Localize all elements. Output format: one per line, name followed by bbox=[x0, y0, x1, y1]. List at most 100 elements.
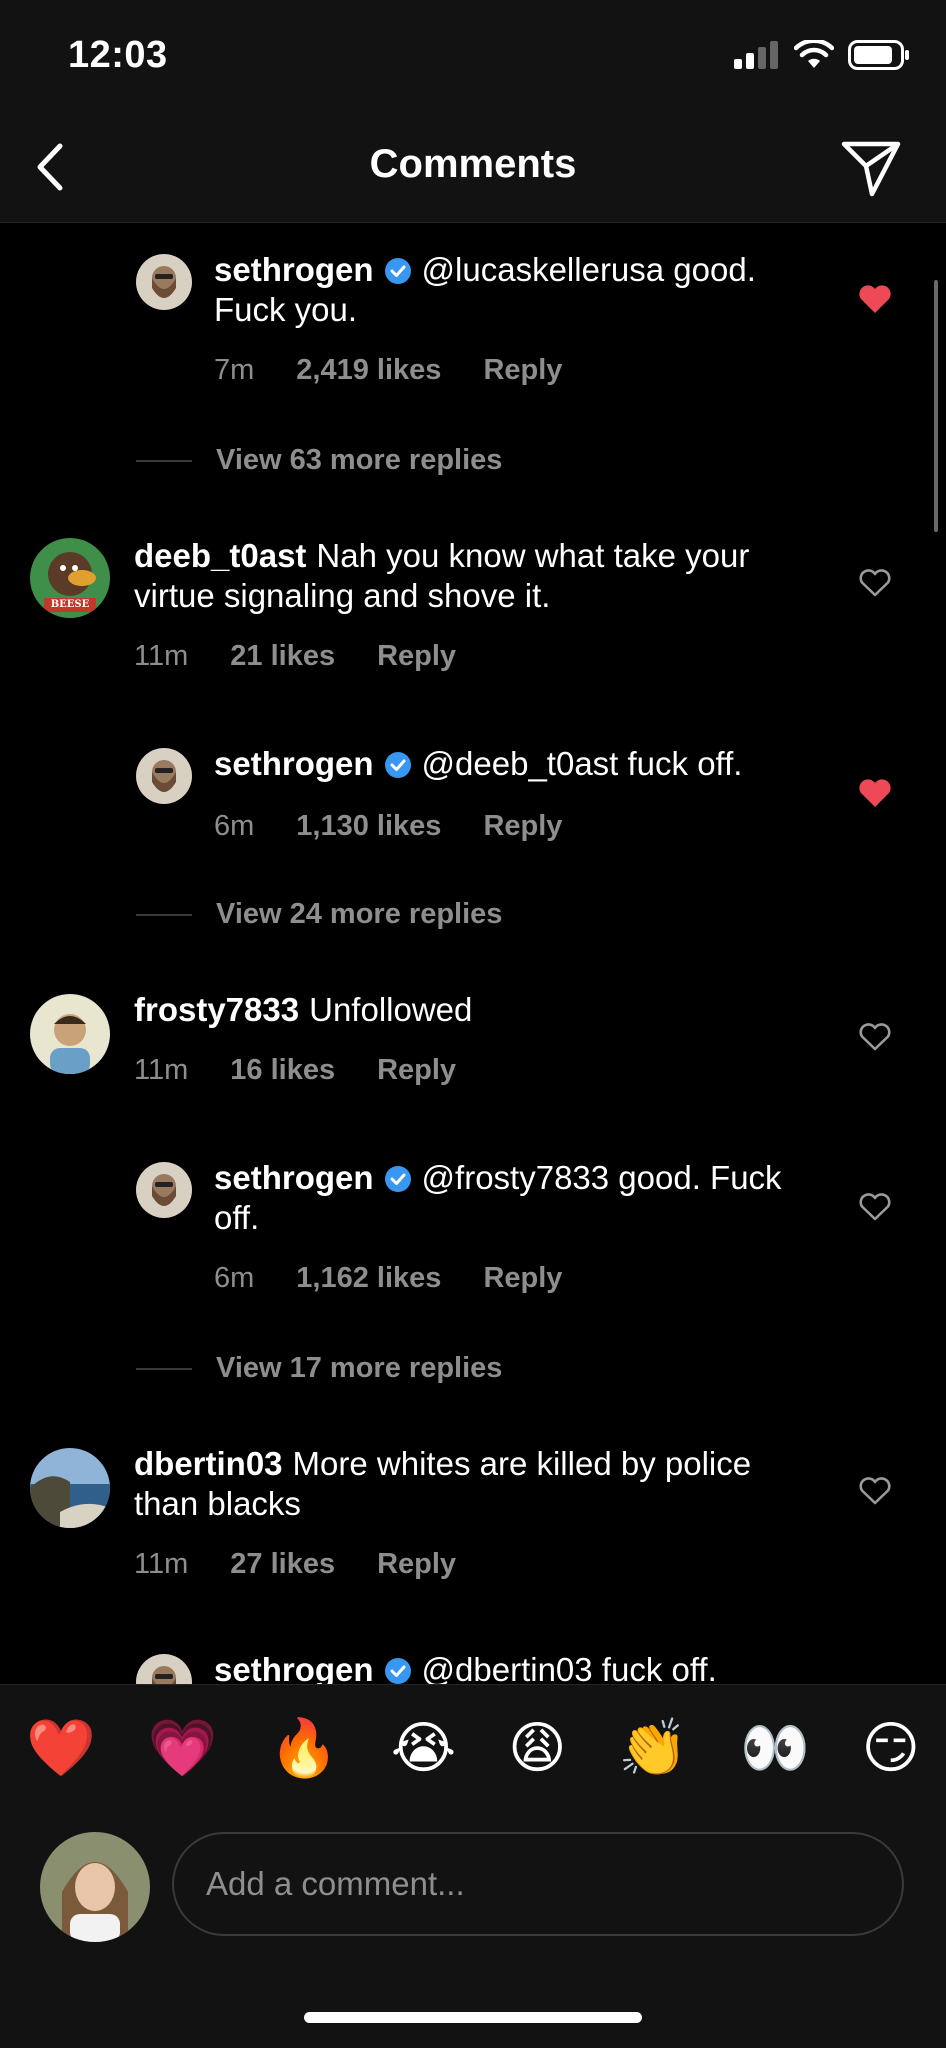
emoji-eyes[interactable]: 👀 bbox=[740, 1715, 810, 1781]
view-more-replies[interactable]: View 17 more replies bbox=[136, 1352, 502, 1385]
comment-meta: 6m 1,130 likes Reply bbox=[214, 810, 604, 843]
comment-meta: 7m 2,419 likes Reply bbox=[214, 354, 604, 387]
comment-text: sethrogen @deeb_t0ast fuck off. bbox=[214, 744, 834, 784]
avatar[interactable] bbox=[136, 254, 192, 310]
comment-list[interactable]: sethrogen @lucaskellerusa good. Fuck you.… bbox=[0, 222, 946, 1684]
scrollbar[interactable] bbox=[934, 280, 938, 532]
wifi-icon bbox=[794, 40, 834, 68]
heart-outline-icon[interactable] bbox=[858, 1476, 892, 1506]
comment-text: sethrogen @frosty7833 good. Fuck off. bbox=[214, 1158, 834, 1238]
likes-count[interactable]: 21 likes bbox=[230, 640, 335, 673]
my-avatar[interactable] bbox=[40, 1832, 150, 1942]
comment-text: deeb_t0ast Nah you know what take your vi… bbox=[134, 536, 774, 616]
comment-text: sethrogen @dbertin03 fuck off. bbox=[214, 1650, 834, 1684]
likes-count[interactable]: 27 likes bbox=[230, 1548, 335, 1581]
comment-input[interactable]: Add a comment... bbox=[172, 1832, 904, 1936]
nav-bar: Comments bbox=[0, 112, 946, 223]
comment-text: sethrogen @lucaskellerusa good. Fuck you. bbox=[214, 250, 834, 330]
likes-count[interactable]: 1,162 likes bbox=[296, 1262, 441, 1295]
likes-count[interactable]: 1,130 likes bbox=[296, 810, 441, 843]
view-more-label: View 63 more replies bbox=[216, 444, 503, 476]
verified-badge-icon bbox=[384, 1658, 411, 1684]
user-avatar-icon bbox=[136, 748, 192, 804]
reply-button[interactable]: Reply bbox=[483, 810, 562, 843]
comment-time: 11m bbox=[134, 1054, 189, 1086]
view-more-replies[interactable]: View 24 more replies bbox=[136, 898, 502, 931]
view-more-label: View 24 more replies bbox=[216, 898, 503, 930]
user-avatar-icon bbox=[136, 254, 192, 310]
comment-input-placeholder: Add a comment... bbox=[206, 1865, 465, 1902]
emoji-weary[interactable]: 😩 bbox=[508, 1715, 566, 1781]
heart-outline-icon[interactable] bbox=[858, 568, 892, 598]
comment-body: Unfollowed bbox=[309, 991, 473, 1028]
divider bbox=[136, 1367, 192, 1370]
avatar[interactable]: BEESE bbox=[30, 538, 110, 618]
user-avatar-icon bbox=[30, 994, 110, 1074]
heart-outline-icon[interactable] bbox=[858, 1192, 892, 1222]
comment-time: 11m bbox=[134, 640, 189, 672]
user-avatar-icon bbox=[30, 1448, 110, 1528]
send-icon bbox=[841, 141, 901, 197]
emoji-crying[interactable]: 😭 bbox=[391, 1715, 456, 1781]
comment-text: dbertin03 More whites are killed by polic… bbox=[134, 1444, 774, 1524]
emoji-fire[interactable]: 🔥 bbox=[269, 1715, 339, 1781]
status-time: 12:03 bbox=[68, 34, 168, 76]
comment-meta: 11m 27 likes Reply bbox=[134, 1548, 498, 1581]
comment-meta: 11m 16 likes Reply bbox=[134, 1054, 498, 1087]
emoji-bar: ❤️ 💗 🔥 😭 😩 👏 👀 😏 bbox=[0, 1684, 946, 1811]
comment-body: @dbertin03 fuck off. bbox=[421, 1651, 717, 1684]
user-avatar-icon bbox=[40, 1832, 150, 1942]
view-more-label: View 17 more replies bbox=[216, 1352, 503, 1384]
username[interactable]: sethrogen bbox=[214, 1159, 374, 1196]
page-title: Comments bbox=[369, 142, 577, 186]
user-avatar-icon bbox=[136, 1654, 192, 1684]
divider bbox=[136, 459, 192, 462]
avatar-badge-text: BEESE bbox=[50, 599, 90, 610]
comment-meta: 6m 1,162 likes Reply bbox=[214, 1262, 604, 1295]
comment-body: @deeb_t0ast fuck off. bbox=[421, 745, 743, 782]
reply-button[interactable]: Reply bbox=[377, 640, 456, 673]
comment-time: 7m bbox=[214, 354, 255, 386]
username[interactable]: sethrogen bbox=[214, 1651, 374, 1684]
user-avatar-icon bbox=[136, 1162, 192, 1218]
username[interactable]: frosty7833 bbox=[134, 991, 299, 1028]
emoji-clap[interactable]: 👏 bbox=[618, 1715, 688, 1781]
verified-badge-icon bbox=[384, 752, 411, 778]
status-bar: 12:03 bbox=[0, 0, 946, 112]
share-button[interactable] bbox=[840, 138, 902, 203]
reply-button[interactable]: Reply bbox=[377, 1054, 456, 1087]
heart-outline-icon[interactable] bbox=[858, 1022, 892, 1052]
divider bbox=[136, 913, 192, 916]
username[interactable]: deeb_t0ast bbox=[134, 537, 306, 574]
username[interactable]: sethrogen bbox=[214, 251, 374, 288]
home-indicator[interactable] bbox=[304, 2012, 642, 2023]
cellular-signal-icon bbox=[734, 41, 778, 69]
comment-time: 6m bbox=[214, 810, 255, 842]
username[interactable]: dbertin03 bbox=[134, 1445, 283, 1482]
heart-filled-icon[interactable] bbox=[858, 778, 892, 808]
emoji-pink-heart[interactable]: 💗 bbox=[148, 1715, 218, 1781]
avatar[interactable] bbox=[30, 994, 110, 1074]
view-more-replies[interactable]: View 63 more replies bbox=[136, 444, 502, 477]
status-icons bbox=[734, 40, 910, 70]
verified-badge-icon bbox=[384, 258, 411, 284]
reply-button[interactable]: Reply bbox=[483, 1262, 562, 1295]
username[interactable]: sethrogen bbox=[214, 745, 374, 782]
emoji-smirk[interactable]: 😏 bbox=[862, 1715, 920, 1781]
comment-meta: 11m 21 likes Reply bbox=[134, 640, 498, 673]
heart-filled-icon[interactable] bbox=[858, 284, 892, 314]
comment-text: frosty7833 Unfollowed bbox=[134, 990, 774, 1030]
reply-button[interactable]: Reply bbox=[483, 354, 562, 387]
avatar[interactable] bbox=[136, 748, 192, 804]
likes-count[interactable]: 2,419 likes bbox=[296, 354, 441, 387]
emoji-heart[interactable]: ❤️ bbox=[26, 1715, 96, 1781]
comment-time: 11m bbox=[134, 1548, 189, 1580]
avatar[interactable] bbox=[136, 1162, 192, 1218]
avatar[interactable] bbox=[136, 1654, 192, 1684]
avatar[interactable] bbox=[30, 1448, 110, 1528]
battery-icon bbox=[848, 40, 909, 70]
reply-button[interactable]: Reply bbox=[377, 1548, 456, 1581]
comment-time: 6m bbox=[214, 1262, 255, 1294]
verified-badge-icon bbox=[384, 1166, 411, 1192]
likes-count[interactable]: 16 likes bbox=[230, 1054, 335, 1087]
